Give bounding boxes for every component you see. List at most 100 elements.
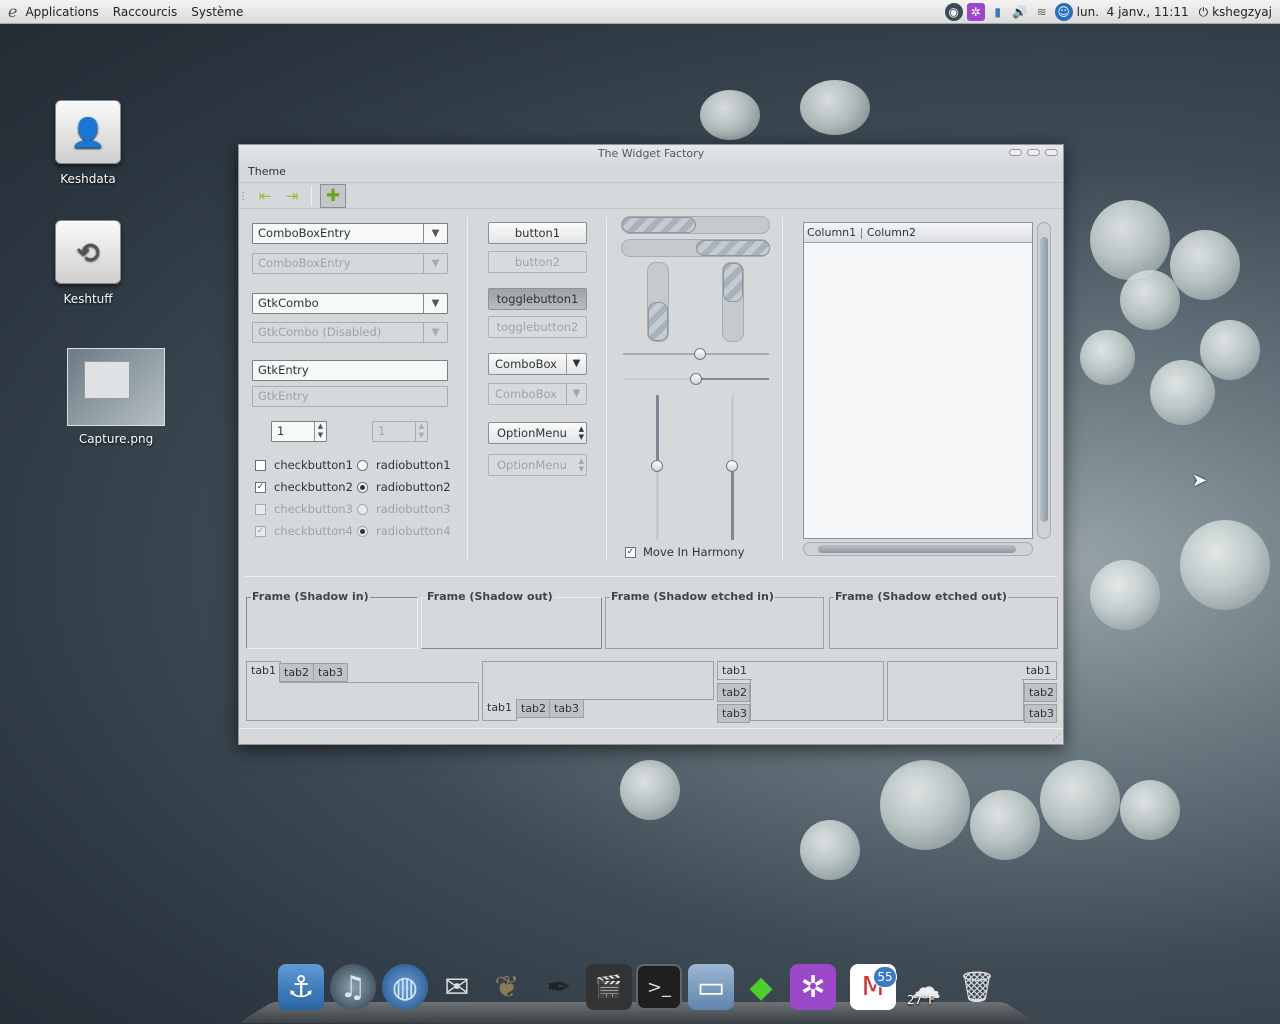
add-icon[interactable]: ✚ <box>320 184 346 208</box>
tab-right-1[interactable]: tab1 <box>1022 661 1057 680</box>
tab-bottom-2[interactable]: tab2 <box>516 699 552 718</box>
notebook-left <box>750 661 884 721</box>
chevron-down-icon[interactable]: ▼ <box>423 224 447 243</box>
image-thumbnail-icon <box>67 348 165 426</box>
menubar: Theme <box>239 165 1063 182</box>
desktop-icon-keshtuff[interactable]: ⟲ Keshtuff <box>38 220 138 306</box>
radiobutton1-dot[interactable] <box>357 460 368 471</box>
toolbar-handle-icon[interactable]: ⋮ <box>238 186 248 206</box>
hscale-1[interactable] <box>623 348 769 360</box>
power-icon[interactable]: ⏻ <box>1199 5 1209 20</box>
backup-drive-icon: ⟲ <box>55 220 121 284</box>
inkscape-icon[interactable]: ✒ <box>536 964 582 1010</box>
gimp-icon[interactable]: ❦ <box>484 964 530 1010</box>
vscale-1[interactable] <box>651 395 663 540</box>
tab-left-1[interactable]: tab1 <box>717 661 752 680</box>
gtk-entry[interactable]: GtkEntry <box>252 360 448 381</box>
column1-header[interactable]: Column1 <box>807 226 856 239</box>
slider-knob[interactable] <box>651 460 663 472</box>
spin-arrows-icon[interactable]: ▲ ▼ <box>314 422 326 441</box>
slider-knob[interactable] <box>694 348 706 360</box>
desktop-icon-capture[interactable]: Capture.png <box>66 348 166 446</box>
maximize-button[interactable] <box>1027 149 1040 156</box>
go-first-icon[interactable]: ⇤ <box>254 186 276 206</box>
settings-applet-icon[interactable]: ✲ <box>966 3 985 21</box>
notebook-right <box>887 661 1024 721</box>
hscale-2[interactable] <box>623 373 769 385</box>
steam-icon[interactable]: ◉ <box>944 3 963 21</box>
radiobutton4-label: radiobutton4 <box>376 524 451 538</box>
user-name[interactable]: kshegzyaj <box>1212 5 1272 19</box>
spin-arrows-icon: ▲ ▼ <box>415 422 427 441</box>
menu-theme[interactable]: Theme <box>248 165 286 178</box>
tab-right-3[interactable]: tab3 <box>1024 704 1057 723</box>
system-tray: ◉ ✲ ▮ 🔊 ≋ ☺ lun. 4 janv., 11:11 ⏻ kshegz… <box>944 0 1272 24</box>
video-editor-icon[interactable]: 🎬 <box>586 964 632 1010</box>
terminal-icon[interactable]: >_ <box>636 964 682 1010</box>
chevron-down-icon: ▼ <box>423 254 447 273</box>
tab-top-3[interactable]: tab3 <box>313 663 349 682</box>
tab-top-2[interactable]: tab2 <box>279 663 315 682</box>
chevron-down-icon[interactable]: ▼ <box>423 294 447 313</box>
combobox-entry-disabled: ComboBoxEntry ▼ <box>252 253 448 274</box>
checkbutton1-label[interactable]: checkbutton1 <box>274 458 353 472</box>
settings-icon[interactable]: ✲ <box>790 964 836 1010</box>
close-button[interactable] <box>1045 149 1058 156</box>
distro-logo-icon[interactable]: ℯ <box>8 2 17 21</box>
vertical-scrollbar[interactable] <box>1037 222 1051 539</box>
vscale-2[interactable] <box>726 395 738 540</box>
move-in-harmony-label[interactable]: Move In Harmony <box>643 545 744 559</box>
checkbutton2-box[interactable]: ✓ <box>255 482 266 493</box>
checkbutton1-box[interactable] <box>255 460 266 471</box>
weather-temperature: 27°F <box>907 993 936 1007</box>
clock[interactable]: lun. 4 janv., 11:11 <box>1077 5 1189 19</box>
togglebutton1[interactable]: togglebutton1 <box>488 288 587 310</box>
move-in-harmony-checkbox[interactable]: ✓ <box>625 547 636 558</box>
section-separator <box>245 576 1057 577</box>
tab-bottom-3[interactable]: tab3 <box>549 699 585 718</box>
wifi-icon[interactable]: ≋ <box>1033 3 1051 21</box>
music-player-icon[interactable]: ♫ <box>330 964 376 1010</box>
window-titlebar[interactable]: The Widget Factory <box>239 145 1063 165</box>
combobox[interactable]: ComboBox ▼ <box>488 353 587 375</box>
optionmenu[interactable]: OptionMenu ▲ ▼ <box>488 422 587 444</box>
tab-left-3[interactable]: tab3 <box>717 704 750 723</box>
resize-grip-icon[interactable]: ⋰ <box>1052 733 1061 743</box>
button1[interactable]: button1 <box>488 222 587 244</box>
anchor-icon[interactable]: ⚓ <box>278 964 324 1010</box>
radiobutton2-label[interactable]: radiobutton2 <box>376 480 451 494</box>
combobox-entry[interactable]: ComboBoxEntry ▼ <box>252 223 448 244</box>
radiobutton1-label[interactable]: radiobutton1 <box>376 458 451 472</box>
go-last-icon[interactable]: ⇥ <box>281 186 303 206</box>
tab-bottom-1[interactable]: tab1 <box>482 699 518 721</box>
checkbutton2-label[interactable]: checkbutton2 <box>274 480 353 494</box>
slider-knob[interactable] <box>690 373 702 385</box>
scrollbar-thumb[interactable] <box>818 545 1016 553</box>
tab-top-1[interactable]: tab1 <box>246 661 282 683</box>
file-manager-applet-icon[interactable]: ▮ <box>989 3 1007 21</box>
menu-systeme[interactable]: Système <box>191 5 243 19</box>
column-separator <box>606 217 607 561</box>
radiobutton2-dot[interactable] <box>357 482 368 493</box>
tab-left-2[interactable]: tab2 <box>717 683 750 702</box>
minimize-button[interactable] <box>1009 149 1022 156</box>
accessibility-icon[interactable]: ☺ <box>1054 3 1073 21</box>
spin-button[interactable]: 1 ▲ ▼ <box>271 421 327 442</box>
slider-knob[interactable] <box>726 460 738 472</box>
tree-view[interactable]: Column1 | Column2 <box>803 222 1033 539</box>
progress-bar-vertical-2 <box>722 262 744 342</box>
trash-icon[interactable]: 🗑 <box>954 964 1000 1010</box>
web-browser-icon[interactable]: ◍ <box>382 964 428 1010</box>
column2-header[interactable]: Column2 <box>867 226 916 239</box>
tab-right-2[interactable]: tab2 <box>1024 683 1057 702</box>
gem-icon[interactable]: ◆ <box>738 964 784 1010</box>
mail-clock-icon[interactable]: ✉ <box>434 964 480 1010</box>
menu-raccourcis[interactable]: Raccourcis <box>113 5 177 19</box>
folder-icon[interactable]: ▭ <box>688 964 734 1010</box>
gtkcombo[interactable]: GtkCombo ▼ <box>252 293 448 314</box>
volume-icon[interactable]: 🔊 <box>1011 3 1029 21</box>
horizontal-scrollbar[interactable] <box>803 542 1033 556</box>
scrollbar-thumb[interactable] <box>1040 237 1048 522</box>
menu-applications[interactable]: Applications <box>25 5 98 19</box>
desktop-icon-keshdata[interactable]: 👤 Keshdata <box>38 100 138 186</box>
